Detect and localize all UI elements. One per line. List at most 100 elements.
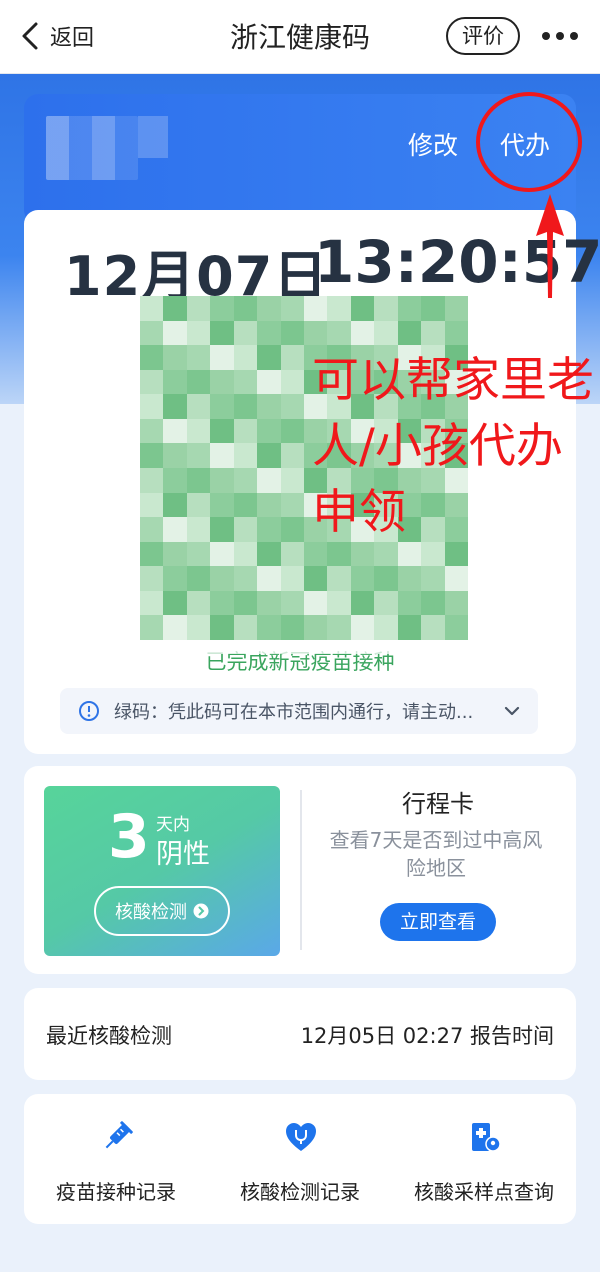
qr-mosaic-cell (233, 394, 258, 419)
qr-mosaic-cell (163, 492, 187, 518)
qr-mosaic-cell (186, 615, 211, 640)
qr-mosaic-cell (397, 296, 422, 321)
qr-mosaic-cell (210, 320, 234, 346)
test-record-link[interactable]: 核酸检测记录 (208, 1094, 392, 1224)
qr-mosaic-cell (210, 369, 234, 395)
more-dot-icon (556, 32, 564, 40)
code-notice-bar[interactable]: 绿码：凭此码可在本市范围内通行，请主动... (60, 688, 538, 734)
qr-mosaic-cell (397, 615, 422, 640)
qr-mosaic-cell (374, 566, 398, 591)
qr-mosaic-cell (186, 369, 211, 395)
qr-mosaic-cell (304, 296, 328, 321)
qr-mosaic-cell (233, 615, 258, 640)
test-record-label: 核酸检测记录 (240, 1180, 360, 1204)
qr-mosaic-cell (186, 443, 211, 468)
qr-mosaic-cell (421, 590, 445, 616)
qr-mosaic-cell (233, 345, 258, 370)
blurred-user-name-tail (138, 116, 168, 158)
qr-mosaic-cell (210, 590, 234, 616)
chevron-left-icon (22, 22, 38, 50)
modify-button[interactable]: 修改 (408, 126, 458, 162)
qr-mosaic-cell (257, 296, 281, 321)
qr-mosaic-cell (444, 590, 468, 616)
back-button[interactable]: 返回 (18, 18, 94, 54)
qr-mosaic-cell (210, 345, 234, 370)
qr-mosaic-cell (163, 443, 187, 468)
qr-mosaic-cell (257, 517, 281, 542)
qr-mosaic-cell (304, 590, 328, 616)
qr-mosaic-cell (421, 320, 445, 346)
annotation-arrow-up-icon (536, 194, 564, 298)
qr-mosaic-cell (397, 566, 422, 591)
qr-mosaic-cell (421, 296, 445, 321)
qr-mosaic-cell (163, 467, 187, 493)
travel-card-description: 查看7天是否到过中高风险地区 (329, 828, 543, 880)
qr-mosaic-cell (421, 566, 445, 591)
nucleic-test-tile: 3 天内 阴性 核酸检测 (44, 786, 280, 956)
qr-mosaic-cell (280, 320, 304, 346)
qr-mosaic-cell (140, 320, 164, 346)
arrow-right-circle-icon (193, 903, 209, 919)
qr-mosaic-cell (257, 541, 281, 567)
qr-mosaic-cell (280, 467, 304, 493)
sampling-site-link[interactable]: 核酸采样点查询 (392, 1094, 576, 1224)
qr-mosaic-cell (163, 320, 187, 346)
qr-mosaic-cell (163, 394, 187, 419)
qr-mosaic-cell (140, 467, 164, 493)
qr-mosaic-cell (163, 566, 187, 591)
qr-mosaic-cell (327, 296, 351, 321)
qr-mosaic-cell (163, 369, 187, 395)
qr-mosaic-cell (233, 541, 258, 567)
qr-mosaic-cell (280, 590, 304, 616)
view-travel-button[interactable]: 立即查看 (380, 903, 496, 941)
qr-mosaic-cell (374, 320, 398, 346)
qr-mosaic-cell (186, 541, 211, 567)
sampling-site-label: 核酸采样点查询 (414, 1180, 554, 1204)
qr-mosaic-cell (210, 615, 234, 640)
qr-mosaic-cell (210, 492, 234, 518)
qr-mosaic-cell (186, 517, 211, 542)
rate-button[interactable]: 评价 (446, 17, 520, 55)
qr-mosaic-cell (233, 418, 258, 444)
status-blur-overlay (194, 640, 414, 654)
qr-mosaic-cell (444, 566, 468, 591)
qr-mosaic-cell (163, 517, 187, 542)
qr-mosaic-cell (327, 320, 351, 346)
qr-mosaic-cell (280, 418, 304, 444)
qr-mosaic-cell (186, 394, 211, 419)
qr-mosaic-cell (210, 541, 234, 567)
qr-mosaic-cell (444, 320, 468, 346)
qr-mosaic-cell (140, 418, 164, 444)
qr-mosaic-cell (233, 296, 258, 321)
qr-mosaic-cell (140, 443, 164, 468)
qr-mosaic-cell (163, 590, 187, 616)
qr-mosaic-cell (257, 345, 281, 370)
qr-mosaic-cell (257, 590, 281, 616)
qr-mosaic-cell (327, 615, 351, 640)
qr-mosaic-cell (280, 443, 304, 468)
test-result: 阴性 (156, 839, 210, 870)
annotation-text: 可以帮家里老人/小孩代办申领 (312, 353, 594, 540)
qr-mosaic-cell (210, 443, 234, 468)
qr-mosaic-cell (280, 566, 304, 591)
blurred-user-name (46, 116, 138, 180)
recent-test-row[interactable]: 最近核酸检测 12月05日 02:27 报告时间 (24, 988, 576, 1080)
clinic-location-icon (472, 1123, 501, 1152)
qr-mosaic-cell (233, 443, 258, 468)
qr-mosaic-cell (350, 296, 375, 321)
notice-text: 绿码：凭此码可在本市范围内通行，请主动... (114, 702, 474, 723)
qr-mosaic-cell (163, 296, 187, 321)
nucleic-test-button[interactable]: 核酸检测 (94, 886, 230, 936)
qr-mosaic-cell (140, 492, 164, 518)
qr-mosaic-cell (444, 615, 468, 640)
vaccine-record-label: 疫苗接种记录 (56, 1180, 176, 1204)
more-menu-button[interactable] (540, 24, 580, 48)
qr-mosaic-cell (140, 345, 164, 370)
qr-mosaic-cell (304, 615, 328, 640)
qr-mosaic-cell (186, 467, 211, 493)
vaccine-record-link[interactable]: 疫苗接种记录 (24, 1094, 208, 1224)
vaccine-syringe-icon (105, 1121, 133, 1149)
qr-mosaic-cell (444, 296, 468, 321)
qr-mosaic-cell (163, 615, 187, 640)
qr-mosaic-cell (304, 320, 328, 346)
